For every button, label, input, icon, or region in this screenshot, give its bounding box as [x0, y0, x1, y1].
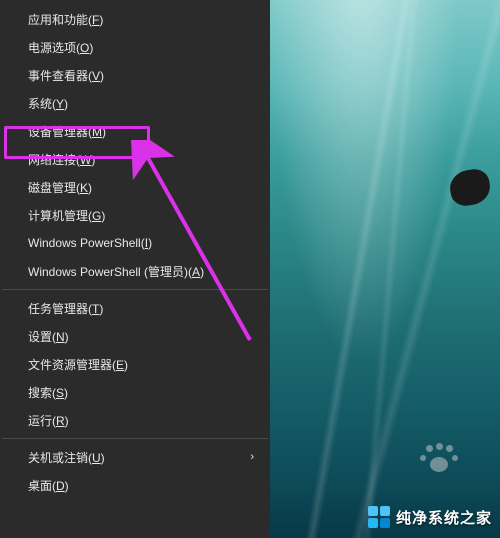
menu-item-label: 关机或注销(U)	[28, 449, 105, 466]
menu-item-power-options[interactable]: 电源选项(O)	[0, 33, 270, 61]
watermark-logo-icon	[368, 506, 390, 528]
menu-item-label: 计算机管理(G)	[28, 207, 105, 224]
paw-watermark	[420, 443, 460, 483]
menu-item-event-viewer[interactable]: 事件查看器(V)	[0, 61, 270, 89]
menu-item-label: 运行(R)	[28, 412, 69, 429]
underwater-light-rays	[270, 0, 500, 538]
menu-item-shutdown-signout[interactable]: 关机或注销(U) ›	[0, 443, 270, 471]
menu-item-label: 事件查看器(V)	[28, 67, 104, 84]
menu-item-device-manager[interactable]: 设备管理器(M)	[0, 117, 270, 145]
menu-item-apps-features[interactable]: 应用和功能(F)	[0, 5, 270, 33]
menu-divider	[2, 289, 268, 290]
menu-item-task-manager[interactable]: 任务管理器(T)	[0, 294, 270, 322]
menu-item-label: 电源选项(O)	[28, 39, 93, 56]
menu-item-desktop[interactable]: 桌面(D)	[0, 471, 270, 499]
menu-item-run[interactable]: 运行(R)	[0, 406, 270, 434]
site-watermark: 纯净系统之家	[368, 506, 492, 528]
chevron-right-icon: ›	[250, 451, 254, 463]
menu-item-computer-management[interactable]: 计算机管理(G)	[0, 201, 270, 229]
menu-item-label: 文件资源管理器(E)	[28, 356, 128, 373]
menu-item-label: 设置(N)	[28, 328, 69, 345]
menu-item-label: 桌面(D)	[28, 477, 69, 494]
winx-context-menu: 应用和功能(F) 电源选项(O) 事件查看器(V) 系统(Y) 设备管理器(M) 网络连接…	[0, 0, 270, 538]
menu-item-label: Windows PowerShell (管理员)(A)	[28, 263, 204, 280]
menu-divider	[2, 438, 268, 439]
menu-item-powershell[interactable]: Windows PowerShell(I)	[0, 229, 270, 257]
menu-item-label: 系统(Y)	[28, 95, 68, 112]
menu-item-disk-management[interactable]: 磁盘管理(K)	[0, 173, 270, 201]
menu-item-label: 磁盘管理(K)	[28, 179, 92, 196]
menu-item-system[interactable]: 系统(Y)	[0, 89, 270, 117]
menu-item-file-explorer[interactable]: 文件资源管理器(E)	[0, 350, 270, 378]
menu-item-settings[interactable]: 设置(N)	[0, 322, 270, 350]
menu-item-label: 任务管理器(T)	[28, 300, 103, 317]
desktop-wallpaper	[270, 0, 500, 538]
menu-item-search[interactable]: 搜索(S)	[0, 378, 270, 406]
menu-item-label: 应用和功能(F)	[28, 11, 103, 28]
menu-item-network-connections[interactable]: 网络连接(W)	[0, 145, 270, 173]
menu-item-label: 网络连接(W)	[28, 151, 95, 168]
menu-item-label: 搜索(S)	[28, 384, 68, 401]
menu-item-label: 设备管理器(M)	[28, 123, 106, 140]
menu-item-label: Windows PowerShell(I)	[28, 236, 152, 250]
watermark-text: 纯净系统之家	[396, 507, 492, 528]
menu-item-powershell-admin[interactable]: Windows PowerShell (管理员)(A)	[0, 257, 270, 285]
